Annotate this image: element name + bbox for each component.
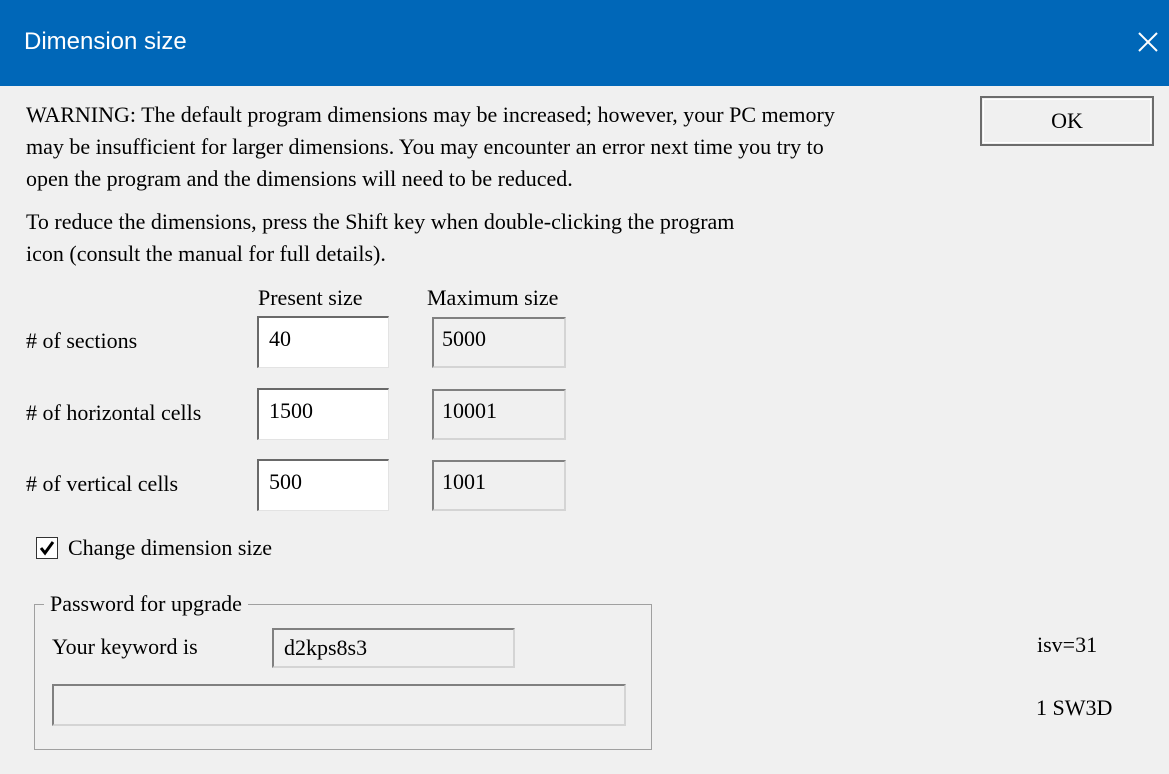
password-input[interactable] <box>52 684 626 726</box>
vertical-cells-present-input[interactable]: 500 <box>257 459 389 511</box>
warning-line-3: open the program and the dimensions will… <box>26 166 573 191</box>
row-label-vertical-cells: # of vertical cells <box>26 471 179 496</box>
product-label: 1 SW3D <box>1036 695 1113 720</box>
vertical-cells-maximum-value: 1001 <box>442 469 486 494</box>
horizontal-cells-present-value: 1500 <box>269 398 313 423</box>
ok-button-label: OK <box>1051 108 1083 133</box>
reduce-note-line-1: To reduce the dimensions, press the Shif… <box>26 209 735 234</box>
row-label-sections: # of sections <box>26 328 138 353</box>
present-size-header: Present size <box>258 285 363 310</box>
warning-line-2: may be insufficient for larger dimension… <box>26 134 824 159</box>
close-icon[interactable] <box>1136 30 1160 54</box>
horizontal-cells-maximum-field: 10001 <box>432 389 566 440</box>
password-group-legend: Password for upgrade <box>44 590 248 618</box>
sections-present-value: 40 <box>269 326 291 351</box>
sections-maximum-value: 5000 <box>442 326 486 351</box>
password-group-box <box>34 604 652 750</box>
checkmark-icon <box>39 541 55 556</box>
reduce-note-line-2: icon (consult the manual for full detail… <box>26 241 386 266</box>
keyword-value: d2kps8s3 <box>284 635 368 660</box>
change-dimension-checkbox[interactable] <box>36 537 58 559</box>
ok-button[interactable]: OK <box>980 96 1154 146</box>
window-title: Dimension size <box>24 28 187 55</box>
warning-line-1: WARNING: The default program dimensions … <box>26 102 835 127</box>
change-dimension-label[interactable]: Change dimension size <box>68 533 272 563</box>
keyword-field: d2kps8s3 <box>272 628 515 668</box>
sections-present-input[interactable]: 40 <box>257 316 389 368</box>
horizontal-cells-present-input[interactable]: 1500 <box>257 388 389 440</box>
vertical-cells-present-value: 500 <box>269 469 302 494</box>
vertical-cells-maximum-field: 1001 <box>432 460 566 511</box>
isv-label: isv=31 <box>1037 632 1098 657</box>
row-label-horizontal-cells: # of horizontal cells <box>26 400 202 425</box>
horizontal-cells-maximum-value: 10001 <box>442 398 497 423</box>
title-bar: Dimension size <box>0 0 1169 86</box>
sections-maximum-field: 5000 <box>432 317 566 368</box>
keyword-label: Your keyword is <box>52 634 198 659</box>
maximum-size-header: Maximum size <box>427 285 559 310</box>
